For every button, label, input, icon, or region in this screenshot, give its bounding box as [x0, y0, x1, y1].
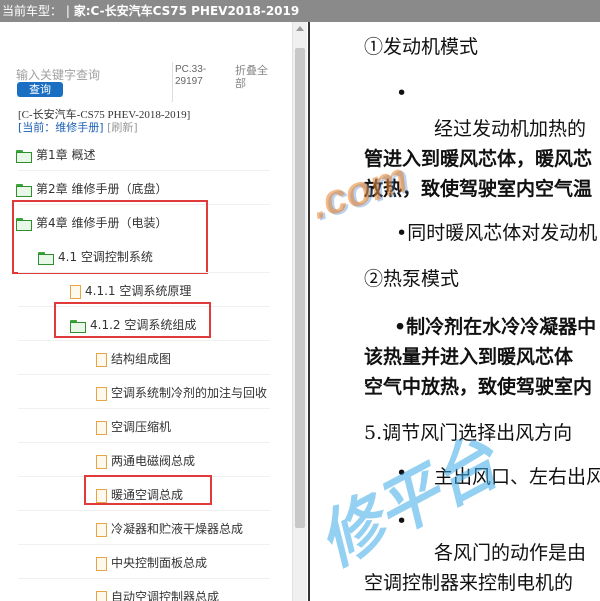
doc-line: 主出风口、左右出风	[434, 466, 600, 488]
document-icon	[96, 352, 107, 367]
document-icon	[96, 522, 107, 537]
scroll-up-icon[interactable]	[296, 26, 304, 31]
model-prefix: 当前车型：	[2, 4, 63, 18]
tree-separator	[18, 578, 270, 579]
pc-code: PC.33-29197	[175, 64, 207, 87]
doc-line: 管进入到暖风芯体，暖风芯	[364, 148, 593, 170]
tree-node-refrigerant[interactable]: 空调系统制冷剂的加注与回收	[96, 378, 267, 408]
doc-line: •	[396, 82, 408, 104]
doc-line: •制冷剂在水冷冷凝器中	[394, 316, 597, 338]
tree-node-label: 4.1.1 空调系统原理	[85, 284, 192, 298]
tree-separator	[18, 272, 270, 273]
top-bar: 当前车型： | 家:C-长安汽车CS75 PHEV2018-2019	[0, 0, 600, 22]
search-button[interactable]: 查询	[17, 82, 63, 97]
collapse-all-button[interactable]: 折叠全部	[235, 64, 277, 90]
tree-node-label: 空调系统制冷剂的加注与回收	[111, 386, 268, 400]
document-icon	[96, 590, 107, 601]
tree-node-label: 空调压缩机	[111, 420, 172, 434]
doc-line: 放热，致使驾驶室内空气温	[364, 178, 593, 200]
tree-node-label: 冷凝器和贮液干燥器总成	[111, 522, 244, 536]
document-icon	[96, 420, 107, 435]
tree-separator	[18, 544, 270, 545]
doc-line: ②热泵模式	[364, 268, 460, 290]
tree-node-label: 两通电磁阀总成	[111, 454, 196, 468]
tree-separator	[18, 374, 270, 375]
doc-line: 空气中放热，致使驾驶室内	[364, 376, 593, 398]
highlight-box	[84, 475, 212, 505]
doc-line: 该热量并进入到暖风芯体	[364, 346, 574, 368]
tree-node-structure[interactable]: 结构组成图	[96, 344, 171, 374]
current-label: [当前：维修手册]	[18, 121, 104, 134]
highlight-box	[12, 200, 208, 274]
doc-line: 空调控制器来控制电机的	[364, 572, 574, 594]
tree-node-control-panel[interactable]: 中央控制面板总成	[96, 548, 207, 578]
doc-line: 5.调节风门选择出风方向	[364, 422, 573, 444]
model-separator: |	[65, 4, 70, 18]
tree-separator	[18, 340, 270, 341]
tree-scrollbar[interactable]	[292, 22, 307, 601]
doc-line: ①发动机模式	[364, 36, 479, 58]
tree-node-label: 中央控制面板总成	[111, 556, 208, 570]
doc-line: 经过发动机加热的	[434, 118, 587, 140]
search-area: 输入关键字查询 查询 PC.33-29197 折叠全部	[0, 42, 292, 102]
divider	[172, 62, 173, 102]
tree-node-compressor[interactable]: 空调压缩机	[96, 412, 171, 442]
scrollbar-thumb[interactable]	[295, 48, 305, 528]
tree-node-solenoid-valve[interactable]: 两通电磁阀总成	[96, 446, 195, 476]
manual-tree-panel: 输入关键字查询 查询 PC.33-29197 折叠全部 [C-长安汽车-CS75…	[0, 22, 292, 601]
highlight-box	[54, 302, 211, 338]
doc-line: •	[396, 510, 408, 532]
doc-line: •	[396, 462, 408, 484]
document-icon	[70, 284, 81, 299]
document-icon	[96, 386, 107, 401]
doc-line: 各风门的动作是由	[434, 542, 587, 564]
tree-node-label: 第2章 维修手册（底盘）	[36, 182, 168, 196]
tree-separator	[18, 408, 270, 409]
doc-line: •同时暖风芯体对发动机	[396, 222, 598, 244]
tree-node-chapter-1[interactable]: 第1章 概述	[16, 140, 95, 170]
search-input[interactable]: 输入关键字查询	[16, 66, 166, 83]
tree-separator	[18, 510, 270, 511]
refresh-link[interactable]: [刷新]	[107, 121, 138, 134]
document-icon	[96, 454, 107, 469]
tree-node-label: 第1章 概述	[36, 148, 96, 162]
tree-node-ac-controller[interactable]: 自动空调控制器总成	[96, 582, 219, 601]
tree-node-label: 结构组成图	[111, 352, 172, 366]
tree-separator	[18, 170, 270, 171]
document-viewer: ①发动机模式 • 经过发动机加热的 管进入到暖风芯体，暖风芯 放热，致使驾驶室内…	[308, 22, 600, 601]
tree-node-label: 自动空调控制器总成	[111, 590, 220, 601]
folder-icon	[16, 149, 32, 163]
tree-separator	[18, 442, 270, 443]
tree-node-condenser[interactable]: 冷凝器和贮液干燥器总成	[96, 514, 243, 544]
folder-icon	[16, 183, 32, 197]
document-icon	[96, 556, 107, 571]
current-section: [当前：维修手册] [刷新]	[18, 119, 138, 135]
vehicle-model: 家:C-长安汽车CS75 PHEV2018-2019	[73, 4, 300, 18]
